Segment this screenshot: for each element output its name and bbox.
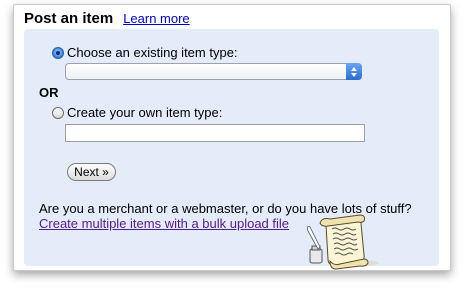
next-button[interactable]: Next » [67, 163, 116, 181]
own-type-label[interactable]: Create your own item type: [67, 105, 222, 120]
learn-more-link[interactable]: Learn more [123, 11, 189, 26]
own-type-row: Create your own item type: [52, 105, 222, 120]
bulk-upload-link[interactable]: Create multiple items with a bulk upload… [39, 216, 289, 231]
existing-type-radio[interactable] [52, 46, 64, 59]
or-separator: OR [39, 85, 59, 100]
post-item-card: Post an item Learn more Choose an existi… [13, 4, 451, 271]
page-title: Post an item [24, 10, 114, 27]
scroll-illustration-icon [306, 214, 379, 270]
item-type-panel: Choose an existing item type: OR Create … [24, 29, 439, 270]
existing-type-label[interactable]: Choose an existing item type: [67, 45, 238, 60]
own-type-radio[interactable] [52, 106, 64, 119]
own-type-input[interactable] [65, 124, 365, 142]
up-down-arrows-icon[interactable] [346, 63, 362, 80]
existing-type-select[interactable] [65, 63, 362, 80]
existing-type-row: Choose an existing item type: [52, 45, 238, 60]
header: Post an item Learn more [24, 10, 190, 27]
